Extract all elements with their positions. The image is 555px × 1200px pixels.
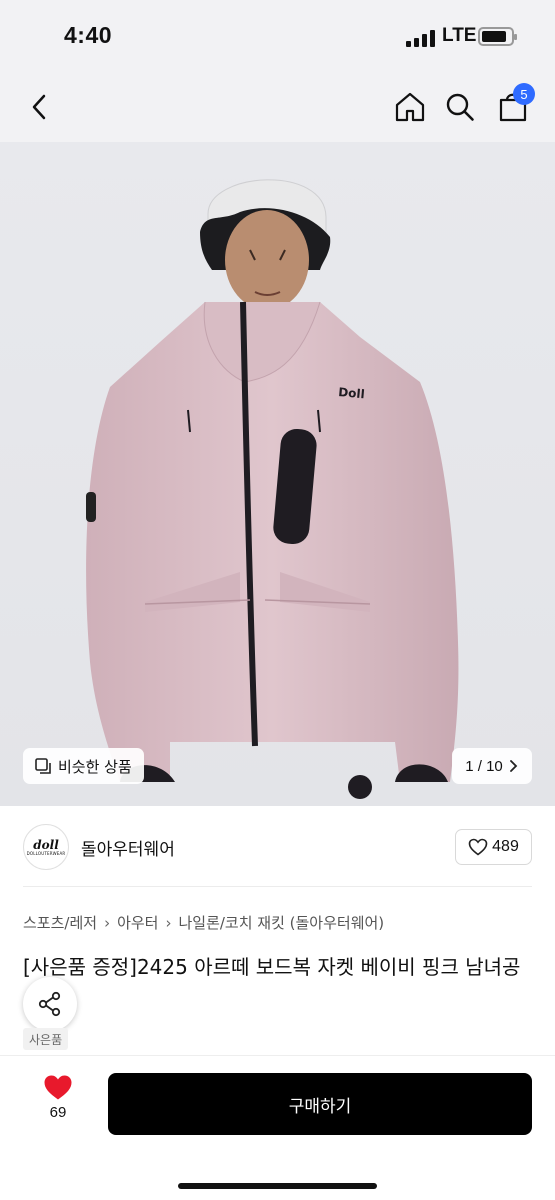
battery-icon <box>478 27 517 46</box>
store-logo-text: doll <box>33 837 59 852</box>
store-like-count: 489 <box>492 838 519 855</box>
home-button[interactable] <box>390 87 430 127</box>
share-icon <box>38 991 61 1017</box>
bottom-bar: 69 구매하기 <box>0 1055 555 1200</box>
cart-button[interactable]: 5 <box>493 83 535 127</box>
network-label: LTE <box>442 25 477 46</box>
buy-button[interactable]: 구매하기 <box>108 1073 532 1135</box>
similar-products-icon <box>35 757 51 774</box>
product-photo: Doll <box>0 142 555 806</box>
breadcrumb-item[interactable]: 스포츠/레저 <box>23 912 97 933</box>
favorite-button[interactable]: 69 <box>38 1074 78 1121</box>
breadcrumb-item[interactable]: 아우터 <box>117 912 158 933</box>
store-logo-subtext: DOLLOUTERWEAR <box>26 850 66 856</box>
search-icon <box>446 93 474 121</box>
back-arrow-icon <box>32 94 46 120</box>
breadcrumb-separator-icon: › <box>165 913 172 932</box>
image-counter-label: 1 / 10 <box>465 757 503 775</box>
home-icon <box>395 92 425 122</box>
image-counter[interactable]: 1 / 10 <box>452 748 532 784</box>
similar-products-button[interactable]: 비슷한 상품 <box>23 748 144 784</box>
home-indicator <box>178 1183 377 1189</box>
breadcrumb-item[interactable]: 나일론/코치 재킷 (돌아우터웨어) <box>178 912 384 933</box>
product-image[interactable]: Doll <box>0 142 555 806</box>
gift-tag: 사은품 <box>23 1028 69 1050</box>
status-time: 4:40 <box>64 22 113 48</box>
breadcrumb-separator-icon: › <box>104 913 111 932</box>
store-like-button[interactable]: 489 <box>455 829 532 865</box>
jacket-brand-mark: Doll <box>338 385 366 401</box>
store-logo[interactable]: doll DOLLOUTERWEAR <box>23 824 69 870</box>
divider <box>23 886 532 887</box>
search-button[interactable] <box>440 87 480 127</box>
similar-products-label: 비슷한 상품 <box>58 757 132 776</box>
back-button[interactable] <box>20 87 60 127</box>
chevron-right-icon <box>509 760 518 772</box>
heart-outline-icon <box>468 838 488 856</box>
heart-filled-icon <box>44 1075 72 1100</box>
cart-count-badge: 5 <box>513 83 535 105</box>
store-name[interactable]: 돌아우터웨어 <box>81 835 175 860</box>
share-button[interactable] <box>23 977 77 1031</box>
breadcrumb: 스포츠/레저 › 아우터 › 나일론/코치 재킷 (돌아우터웨어) <box>23 912 384 933</box>
product-title: [사은품 증정]2425 아르떼 보드복 자켓 베이비 핑크 남녀공용 <box>23 955 521 1011</box>
favorite-count: 69 <box>49 1104 67 1121</box>
signal-icon <box>406 29 436 47</box>
status-bar: 4:40 LTE <box>0 0 555 72</box>
store-row: doll DOLLOUTERWEAR 돌아우터웨어 489 <box>0 806 555 886</box>
nav-bar: 5 <box>0 72 555 142</box>
